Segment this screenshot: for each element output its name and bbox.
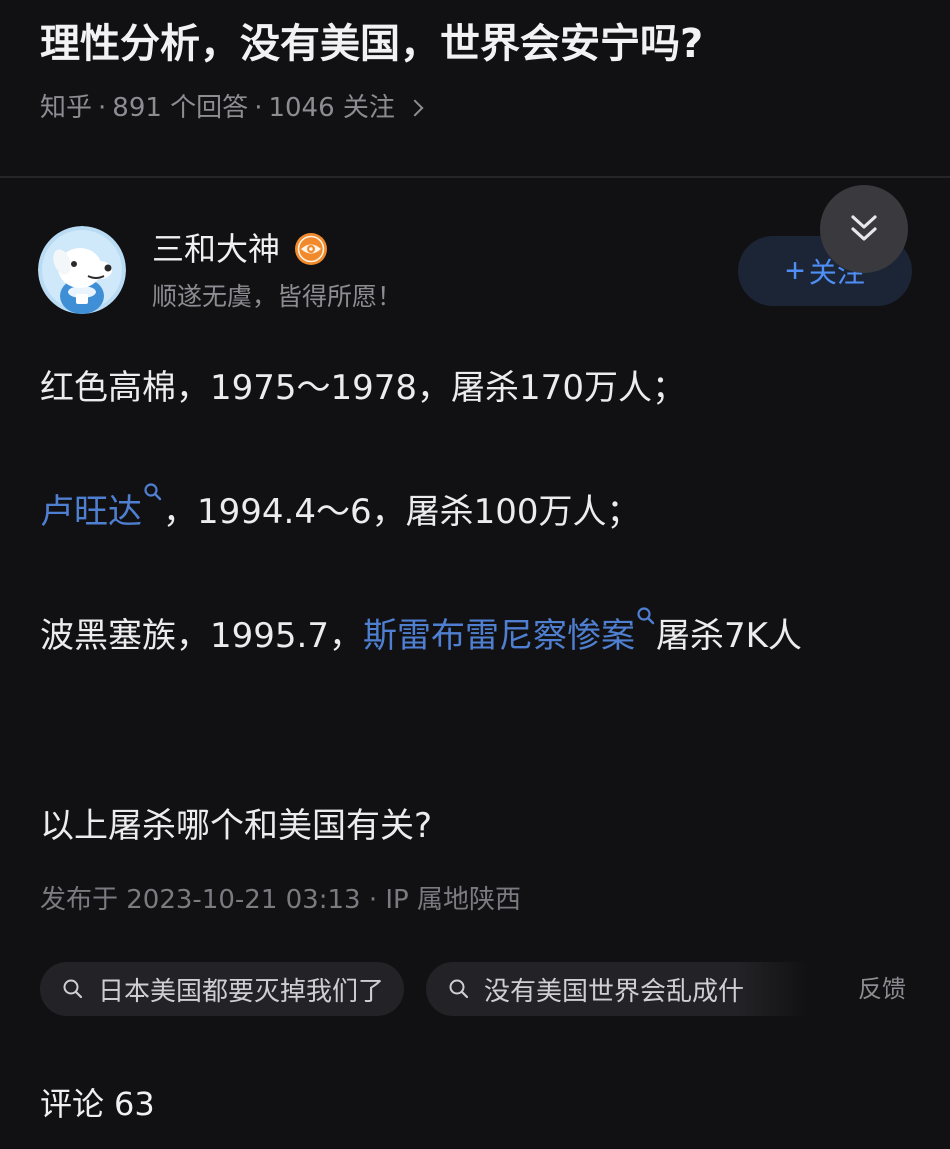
comments-count: 63	[114, 1085, 155, 1123]
chevron-right-icon	[406, 99, 424, 117]
answer-text: ，1994.4～6，屠杀100万人；	[163, 492, 641, 532]
double-chevron-down-icon	[851, 215, 877, 241]
plus-icon: +	[785, 252, 805, 290]
search-link[interactable]: 卢旺达	[40, 483, 163, 532]
search-icon	[63, 979, 83, 999]
author-name[interactable]: 三和大神	[152, 226, 328, 272]
author-name-text: 三和大神	[152, 230, 281, 268]
question-meta[interactable]: 知乎 · 891 个回答 · 1046 关注	[40, 88, 424, 128]
cartoon-dog-avatar-icon	[38, 226, 126, 314]
avatar[interactable]	[38, 226, 126, 314]
feedback-link[interactable]: 反馈	[858, 970, 906, 1008]
related-searches: 日本美国都要灭掉我们了 没有美国世界会乱成什	[40, 962, 830, 1016]
publish-info: 发布于 2023-10-21 03:13 · IP 属地陕西	[40, 885, 521, 915]
source-label: 知乎	[40, 93, 93, 123]
follow-count: 1046 关注	[268, 93, 395, 123]
meta-separator: ·	[98, 93, 107, 123]
comments-header[interactable]: 评论 63	[40, 1080, 155, 1128]
search-icon	[449, 979, 469, 999]
search-icon	[637, 607, 655, 625]
author-bio: 顺遂无虞，皆得所愿！	[152, 282, 403, 311]
search-icon	[144, 483, 162, 501]
answer-text: 波黑塞族，1995.7，	[40, 616, 363, 656]
search-link[interactable]: 斯雷布雷尼察惨案	[362, 607, 656, 656]
search-link-text: 卢旺达	[40, 492, 142, 532]
answer-paragraph: 红色高棉，1975～1978，屠杀170万人；	[40, 368, 686, 408]
comments-label: 评论	[40, 1085, 105, 1123]
related-search-label: 没有美国世界会乱成什	[484, 976, 745, 1007]
question-title: 理性分析，没有美国，世界会安宁吗?	[40, 21, 704, 67]
answer-paragraph: 卢旺达 ，1994.4～6，屠杀100万人；	[40, 480, 641, 544]
eye-badge-icon	[294, 232, 328, 266]
related-search-label: 日本美国都要灭掉我们了	[98, 976, 385, 1007]
divider	[0, 176, 950, 178]
meta-separator: ·	[254, 93, 263, 123]
answer-text: 屠杀7K人	[655, 616, 802, 656]
search-link-text: 斯雷布雷尼察惨案	[362, 616, 635, 656]
answer-paragraph: 以上屠杀哪个和美国有关?	[40, 806, 433, 846]
related-search-chip[interactable]: 日本美国都要灭掉我们了	[40, 962, 405, 1016]
collapse-button[interactable]	[820, 185, 908, 273]
answer-count: 891 个回答	[112, 93, 249, 123]
answer-paragraph: 波黑塞族，1995.7，斯雷布雷尼察惨案 屠杀7K人	[40, 604, 920, 668]
related-search-chip[interactable]: 没有美国世界会乱成什	[426, 962, 809, 1016]
